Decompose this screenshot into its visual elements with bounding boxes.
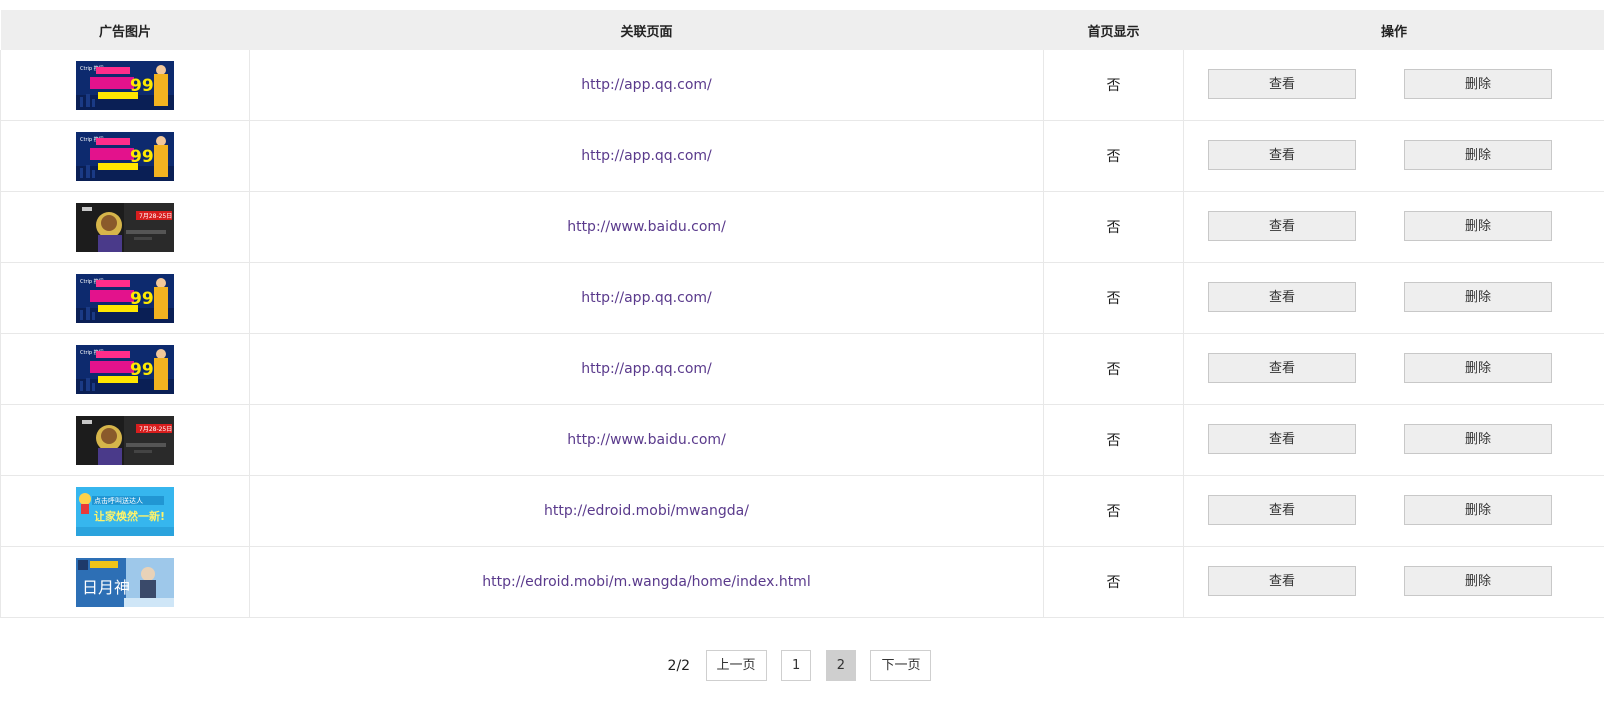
cell-image [0,120,250,192]
cell-url: http://app.qq.com/ [249,120,1044,192]
cell-ops: 查看 删除 [1183,546,1604,618]
cell-ops: 查看 删除 [1183,404,1604,476]
url-link[interactable]: http://app.qq.com/ [581,148,712,164]
ad-banner-image [76,61,174,110]
cell-url: http://app.qq.com/ [249,50,1044,121]
cell-home: 否 [1043,191,1184,263]
cell-ops: 查看 删除 [1183,262,1604,334]
cell-home: 否 [1043,50,1184,121]
cell-ops: 查看 删除 [1183,191,1604,263]
home-flag: 否 [1106,504,1121,520]
table-row: http://edroid.mobi/m.wangda/home/index.h… [0,546,1604,618]
page-2-button[interactable]: 2 [825,650,856,681]
cell-home: 否 [1043,404,1184,476]
home-flag: 否 [1106,149,1121,165]
table-row: http://edroid.mobi/mwangda/ 否 查看 删除 [0,475,1604,547]
ad-banner-image [76,345,174,394]
prev-page-button[interactable]: 上一页 [705,650,767,681]
home-flag: 否 [1106,575,1121,591]
cell-ops: 查看 删除 [1183,50,1604,121]
column-header-home: 首页显示 [1043,10,1184,50]
ad-banner-image [76,274,174,323]
view-button[interactable]: 查看 [1208,140,1356,170]
url-link[interactable]: http://app.qq.com/ [581,77,712,93]
cell-url: http://app.qq.com/ [249,262,1044,334]
view-button[interactable]: 查看 [1208,495,1356,525]
view-button[interactable]: 查看 [1208,211,1356,241]
home-flag: 否 [1106,220,1121,236]
cell-home: 否 [1043,262,1184,334]
cell-url: http://www.baidu.com/ [249,191,1044,263]
delete-button[interactable]: 删除 [1404,566,1552,596]
cell-image [0,475,250,547]
column-header-url: 关联页面 [249,10,1044,50]
delete-button[interactable]: 删除 [1404,495,1552,525]
pagination: 2/2 上一页 1 2 下一页 [0,650,1604,681]
table-header-row: 广告图片 关联页面 首页显示 操作 [0,10,1604,50]
ad-banner-image [76,132,174,181]
page-1-button[interactable]: 1 [780,650,812,681]
home-flag: 否 [1106,291,1121,307]
view-button[interactable]: 查看 [1208,424,1356,454]
home-flag: 否 [1106,362,1121,378]
delete-button[interactable]: 删除 [1404,211,1552,241]
cell-image [0,546,250,618]
delete-button[interactable]: 删除 [1404,424,1552,454]
ad-banner-image [76,416,174,465]
delete-button[interactable]: 删除 [1404,140,1552,170]
delete-button[interactable]: 删除 [1404,69,1552,99]
table-row: http://www.baidu.com/ 否 查看 删除 [0,191,1604,263]
view-button[interactable]: 查看 [1208,69,1356,99]
table-row: http://app.qq.com/ 否 查看 删除 [0,50,1604,121]
ad-banner-image [76,487,174,536]
cell-home: 否 [1043,546,1184,618]
delete-button[interactable]: 删除 [1404,282,1552,312]
table-row: http://www.baidu.com/ 否 查看 删除 [0,404,1604,476]
url-link[interactable]: http://app.qq.com/ [581,290,712,306]
cell-ops: 查看 删除 [1183,475,1604,547]
url-link[interactable]: http://app.qq.com/ [581,361,712,377]
cell-url: http://edroid.mobi/m.wangda/home/index.h… [249,546,1044,618]
column-header-ops: 操作 [1183,10,1604,50]
view-button[interactable]: 查看 [1208,282,1356,312]
cell-image [0,50,250,121]
url-link[interactable]: http://edroid.mobi/m.wangda/home/index.h… [482,574,810,590]
table-row: http://app.qq.com/ 否 查看 删除 [0,262,1604,334]
delete-button[interactable]: 删除 [1404,353,1552,383]
ad-banner-image [76,203,174,252]
cell-url: http://edroid.mobi/mwangda/ [249,475,1044,547]
cell-home: 否 [1043,120,1184,192]
url-link[interactable]: http://www.baidu.com/ [567,219,726,235]
cell-image [0,262,250,334]
home-flag: 否 [1106,433,1121,449]
cell-image [0,191,250,263]
table-row: http://app.qq.com/ 否 查看 删除 [0,120,1604,192]
cell-home: 否 [1043,333,1184,405]
url-link[interactable]: http://edroid.mobi/mwangda/ [544,503,749,519]
cell-image [0,404,250,476]
cell-home: 否 [1043,475,1184,547]
cell-ops: 查看 删除 [1183,333,1604,405]
page-count: 2/2 [667,657,691,674]
ad-banner-image [76,558,174,607]
cell-image [0,333,250,405]
cell-url: http://app.qq.com/ [249,333,1044,405]
cell-ops: 查看 删除 [1183,120,1604,192]
view-button[interactable]: 查看 [1208,353,1356,383]
url-link[interactable]: http://www.baidu.com/ [567,432,726,448]
ads-table: 广告图片 关联页面 首页显示 操作 http://app.qq.com/ 否 查… [0,10,1604,618]
next-page-button[interactable]: 下一页 [870,650,932,681]
home-flag: 否 [1106,78,1121,94]
table-row: http://app.qq.com/ 否 查看 删除 [0,333,1604,405]
cell-url: http://www.baidu.com/ [249,404,1044,476]
column-header-image: 广告图片 [0,10,250,50]
view-button[interactable]: 查看 [1208,566,1356,596]
